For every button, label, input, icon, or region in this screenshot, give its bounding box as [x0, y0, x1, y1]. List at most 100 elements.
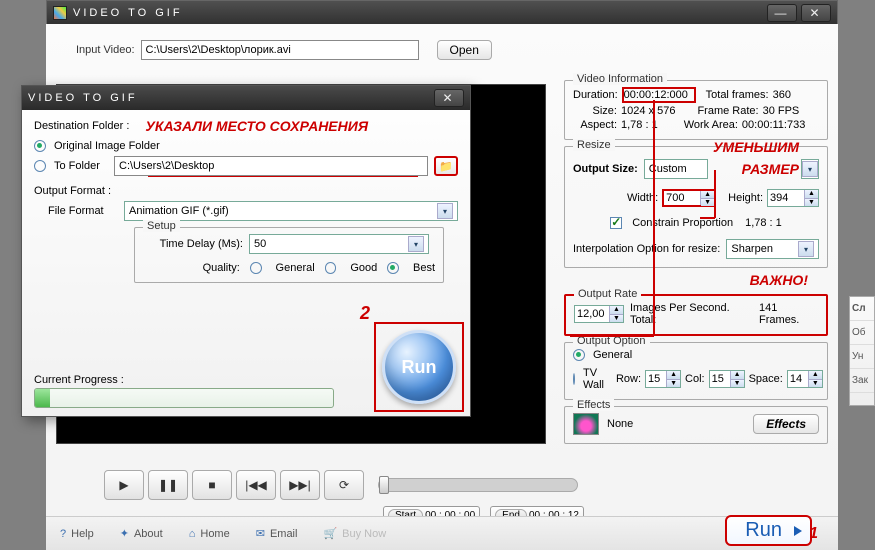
space-label: Space:: [749, 373, 783, 385]
dest-folder-row: Destination Folder : УКАЗАЛИ МЕСТО СОХРА…: [34, 118, 458, 134]
main-titlebar: VIDEO TO GIF — ✕: [47, 1, 837, 25]
file-format-select[interactable]: Animation GIF (*.gif) ▾: [124, 201, 458, 221]
footer-buy[interactable]: 🛒Buy Now: [323, 527, 386, 540]
export-dialog: VIDEO TO GIF ✕ Destination Folder : УКАЗ…: [21, 85, 471, 417]
run-button-main[interactable]: Run: [725, 515, 812, 546]
email-icon: ✉: [256, 527, 265, 540]
to-folder-radio[interactable]: [34, 160, 46, 172]
interp-select[interactable]: Sharpen ▾: [726, 239, 819, 259]
size-value: 1024 x 576: [621, 105, 675, 117]
height-spin[interactable]: ▲▼: [767, 189, 819, 207]
folder-icon: 📁: [439, 160, 453, 173]
dialog-close-button[interactable]: ✕: [434, 89, 464, 107]
cart-icon: 🛒: [323, 527, 337, 540]
sidepanel-row-2: Ун: [850, 345, 874, 369]
total-frames-label: Total frames:: [706, 89, 769, 101]
output-option-legend: Output Option: [573, 335, 650, 347]
footer-home[interactable]: ⌂Home: [189, 528, 230, 540]
file-format-value: Animation GIF (*.gif): [129, 205, 229, 217]
dialog-body: Destination Folder : УКАЗАЛИ МЕСТО СОХРА…: [22, 110, 470, 416]
to-folder-field[interactable]: [114, 156, 428, 176]
output-rate-note2: 141 Frames.: [759, 302, 818, 326]
input-video-field[interactable]: [141, 40, 419, 60]
resize-group: Resize УМЕНЬШИМ РАЗМЕР Output Size: Cust…: [564, 146, 828, 268]
effects-button[interactable]: Effects: [753, 414, 819, 434]
prev-button[interactable]: |◀◀: [236, 470, 276, 500]
output-rate-spin[interactable]: ▲▼: [574, 305, 624, 323]
aspect-value: 1,78 : 1: [621, 119, 658, 131]
video-info-group: Video Information Duration: 00:00:12:000…: [564, 80, 828, 140]
row-label: Row:: [616, 373, 641, 385]
space-spin[interactable]: ▲▼: [787, 370, 823, 388]
time-delay-label: Time Delay (Ms):: [143, 238, 243, 250]
loop-button[interactable]: ⟳: [324, 470, 364, 500]
seek-thumb[interactable]: [379, 476, 389, 494]
quality-label: Quality:: [143, 262, 240, 274]
output-size-select[interactable]: Custom: [644, 159, 708, 179]
interp-label: Interpolation Option for resize:: [573, 243, 720, 255]
quality-good-label: Good: [350, 262, 377, 274]
dialog-run-label: Run: [402, 357, 437, 378]
anno-reduce-1: УМЕНЬШИМ: [713, 139, 799, 155]
general-radio[interactable]: [573, 349, 585, 361]
time-delay-value: 50: [254, 238, 266, 250]
input-video-label: Input Video:: [76, 44, 135, 56]
minimize-button[interactable]: —: [767, 4, 797, 22]
width-value[interactable]: [664, 191, 700, 205]
effects-legend: Effects: [573, 399, 614, 411]
next-button[interactable]: ▶▶|: [280, 470, 320, 500]
pause-button[interactable]: ❚❚: [148, 470, 188, 500]
dialog-window-controls: ✕: [434, 89, 464, 107]
height-label: Height:: [728, 192, 763, 204]
anno-important: ВАЖНО!: [564, 272, 808, 288]
constrain-checkbox[interactable]: [610, 217, 622, 229]
aspect-label: Aspect:: [573, 119, 617, 131]
interp-value: Sharpen: [731, 243, 773, 255]
quality-general-radio[interactable]: [250, 262, 262, 274]
anno-reduce-2: РАЗМЕР: [742, 161, 799, 177]
quality-best-radio[interactable]: [387, 262, 399, 274]
footer-email[interactable]: ✉Email: [256, 527, 298, 540]
play-button[interactable]: ▶: [104, 470, 144, 500]
home-icon: ⌂: [189, 528, 196, 540]
dialog-run-button[interactable]: Run: [382, 330, 456, 404]
sidepanel-header: Сл: [850, 297, 874, 321]
stop-button[interactable]: ■: [192, 470, 232, 500]
constrain-label: Constrain Proportion: [632, 217, 733, 229]
browse-folder-button[interactable]: 📁: [434, 156, 458, 176]
input-video-row: Input Video: Open: [56, 34, 828, 60]
right-panel: Video Information Duration: 00:00:12:000…: [564, 80, 828, 444]
dialog-title: VIDEO TO GIF: [28, 92, 138, 104]
output-size-arrow[interactable]: ▾: [801, 159, 819, 179]
anno-save-loc: УКАЗАЛИ МЕСТО СОХРАНЕНИЯ: [145, 118, 368, 134]
output-rate-group: Output Rate ▲▼ Images Per Second. Total:…: [564, 294, 828, 336]
row-spin[interactable]: ▲▼: [645, 370, 681, 388]
open-button[interactable]: Open: [437, 40, 492, 60]
close-button[interactable]: ✕: [801, 4, 831, 22]
cropped-side-panel: Сл Об Ун Зак: [849, 296, 875, 406]
tvwall-radio[interactable]: [573, 373, 575, 385]
tvwall-label: TV Wall: [583, 367, 604, 391]
output-rate-value[interactable]: [575, 306, 609, 322]
footer-help[interactable]: ?Help: [60, 528, 94, 540]
setup-legend: Setup: [143, 220, 180, 232]
app-icon: [53, 6, 67, 20]
col-spin[interactable]: ▲▼: [709, 370, 745, 388]
main-title: VIDEO TO GIF: [73, 7, 183, 19]
about-icon: ✦: [120, 527, 129, 540]
quality-good-radio[interactable]: [325, 262, 337, 274]
footer-about[interactable]: ✦About: [120, 527, 163, 540]
resize-legend: Resize: [573, 139, 615, 151]
time-delay-select[interactable]: 50 ▾: [249, 234, 429, 254]
width-spin[interactable]: ▲▼: [662, 189, 716, 207]
frame-rate-value: 30 FPS: [763, 105, 800, 117]
orig-folder-radio[interactable]: [34, 140, 46, 152]
output-rate-legend: Output Rate: [574, 288, 641, 300]
seek-slider[interactable]: [378, 478, 578, 492]
height-value[interactable]: [768, 190, 804, 206]
total-frames-value: 360: [773, 89, 791, 101]
quality-general-label: General: [276, 262, 315, 274]
to-folder-label: To Folder: [54, 160, 110, 172]
frame-rate-label: Frame Rate:: [697, 105, 758, 117]
constrain-ratio: 1,78 : 1: [745, 217, 782, 229]
